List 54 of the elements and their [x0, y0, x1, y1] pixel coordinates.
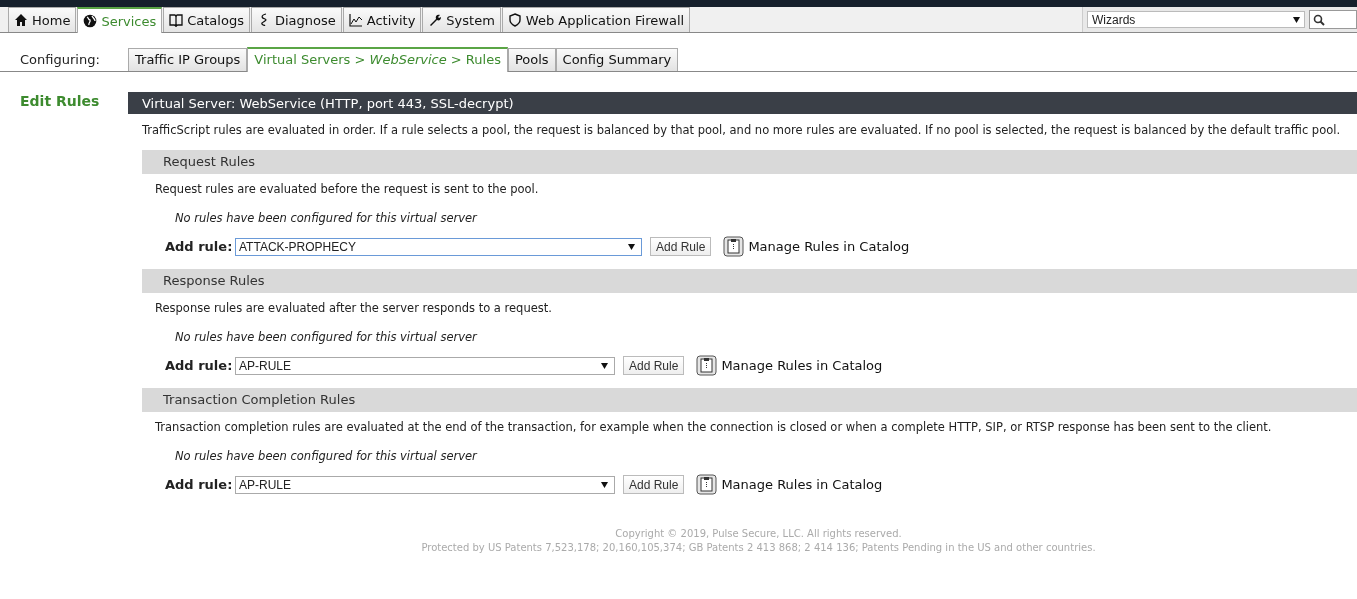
- clipboard-icon: [696, 474, 718, 495]
- sidebar-title: Edit Rules: [20, 93, 101, 109]
- rule-dropdown[interactable]: ATTACK-PROPHECY: [235, 237, 642, 256]
- nav-tab[interactable]: System: [422, 7, 501, 32]
- add-rule-button[interactable]: Add Rule: [623, 475, 685, 494]
- nav-tab[interactable]: Home: [8, 7, 77, 32]
- footer-text: Protected by US Patents 7,523,178; 20,160,105,374; GB Patents 2 413 868; 2 414 136; Patents Pending in the US and other countries.: [420, 541, 1097, 555]
- nav-tab[interactable]: Catalogs: [163, 7, 250, 32]
- caret-icon: [1293, 16, 1300, 23]
- manage-rules-link[interactable]: Manage Rules in Catalog: [723, 236, 910, 257]
- config-tab[interactable]: Virtual Servers > WebService > Rules: [247, 47, 508, 72]
- clipboard-icon: [696, 355, 718, 376]
- rule-dropdown[interactable]: AP-RULE: [235, 356, 615, 375]
- section-header: Response Rules: [142, 269, 1357, 293]
- clipboard-icon: [723, 236, 745, 257]
- manage-rules-link[interactable]: Manage Rules in Catalog: [696, 474, 883, 495]
- section-description: Request rules are evaluated before the request is sent to the pool.: [154, 181, 540, 196]
- wizards-dropdown[interactable]: Wizards: [1087, 11, 1305, 28]
- section-description: Response rules are evaluated after the server responds to a request.: [154, 300, 553, 315]
- nav-tab[interactable]: Web Application Firewall: [501, 7, 691, 32]
- nav-tab[interactable]: Diagnose: [250, 7, 342, 32]
- config-tab[interactable]: Pools: [507, 48, 556, 71]
- empty-note: No rules have been configured for this virtual server: [174, 448, 479, 463]
- search-field[interactable]: [1309, 10, 1357, 29]
- home-icon: [14, 13, 28, 27]
- caret-icon: [601, 481, 608, 488]
- chart-icon: [348, 13, 363, 27]
- section-header: Request Rules: [142, 150, 1357, 174]
- panel-description: TrafficScript rules are evaluated in order. If a rule selects a pool, the request is balanced by that pool, and no more rules are evaluated. If no pool is selected, the request is balanced by the default traffic pool.: [141, 122, 1342, 138]
- add-rule-label: Add rule:: [165, 358, 234, 373]
- wrench-icon: [428, 13, 443, 27]
- caret-icon: [601, 362, 608, 369]
- manage-rules-link[interactable]: Manage Rules in Catalog: [696, 355, 883, 376]
- panel-title: Virtual Server: WebService (HTTP, port 443, SSL-decrypt): [128, 92, 1357, 114]
- config-tab[interactable]: Config Summary: [555, 48, 679, 71]
- search-icon: [1313, 13, 1325, 26]
- add-rule-label: Add rule:: [165, 239, 234, 254]
- empty-note: No rules have been configured for this virtual server: [174, 329, 479, 344]
- book-icon: [169, 13, 184, 27]
- rule-dropdown[interactable]: AP-RULE: [235, 475, 615, 494]
- shield-icon: [507, 13, 522, 27]
- config-tab[interactable]: Traffic IP Groups: [128, 48, 248, 71]
- footer-text: Copyright © 2019, Pulse Secure, LLC. All rights reserved.: [614, 527, 903, 541]
- add-rule-button[interactable]: Add Rule: [650, 237, 712, 256]
- empty-note: No rules have been configured for this virtual server: [174, 210, 479, 225]
- add-rule-label: Add rule:: [165, 477, 234, 492]
- nav-tab[interactable]: Activity: [342, 7, 422, 32]
- nav-tab[interactable]: Services: [77, 7, 163, 33]
- section-header: Transaction Completion Rules: [142, 388, 1357, 412]
- caret-icon: [628, 243, 635, 250]
- globe-icon: [83, 14, 98, 28]
- configuring-label: Configuring:: [19, 51, 101, 67]
- section-description: Transaction completion rules are evaluated at the end of the transaction, for example when the connection is closed or when a complete HTTP, SIP, or RTSP response has been sent to the client.: [154, 419, 1273, 434]
- add-rule-button[interactable]: Add Rule: [623, 356, 685, 375]
